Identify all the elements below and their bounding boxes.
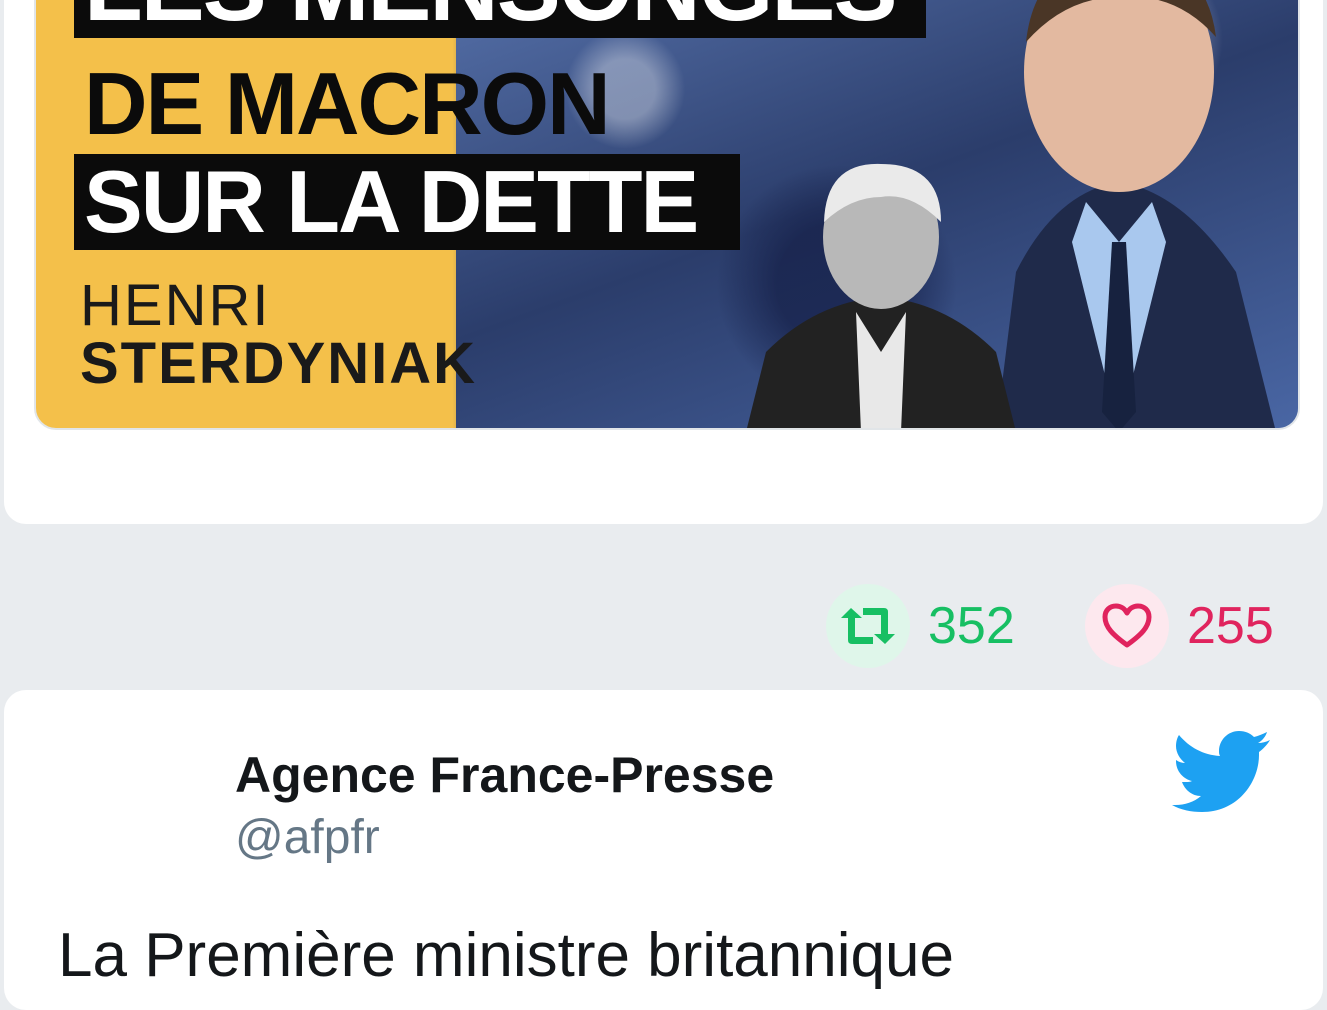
retweet-icon xyxy=(826,584,910,668)
media-person-inset xyxy=(747,163,1015,428)
author-name[interactable]: Agence France-Presse xyxy=(235,746,774,804)
tweet-actions: 352 255 xyxy=(0,580,1327,672)
retweet-button[interactable]: 352 xyxy=(826,580,1015,672)
author-handle[interactable]: @afpfr xyxy=(235,810,380,865)
retweet-count: 352 xyxy=(928,597,1015,655)
heart-icon xyxy=(1085,584,1169,668)
twitter-bird-icon[interactable] xyxy=(1172,730,1272,812)
tweet-card-afp: Agence France-Presse @afpfr La Première … xyxy=(4,690,1323,1010)
media-headline-line-3: SUR LA DETTE xyxy=(74,154,740,250)
media-author-first-name: HENRI xyxy=(80,273,271,338)
media-headline-line-1: LES MENSONGES xyxy=(74,0,926,38)
like-count: 255 xyxy=(1187,597,1274,655)
tweet-card: LES MENSONGES DE MACRON SUR LA DETTE HEN… xyxy=(4,0,1323,524)
media-headline-line-2: DE MACRON xyxy=(84,54,611,153)
like-button[interactable]: 255 xyxy=(1085,580,1274,672)
tweet-media-image[interactable]: LES MENSONGES DE MACRON SUR LA DETTE HEN… xyxy=(34,0,1300,430)
media-author-last-name: STERDYNIAK xyxy=(80,331,478,396)
